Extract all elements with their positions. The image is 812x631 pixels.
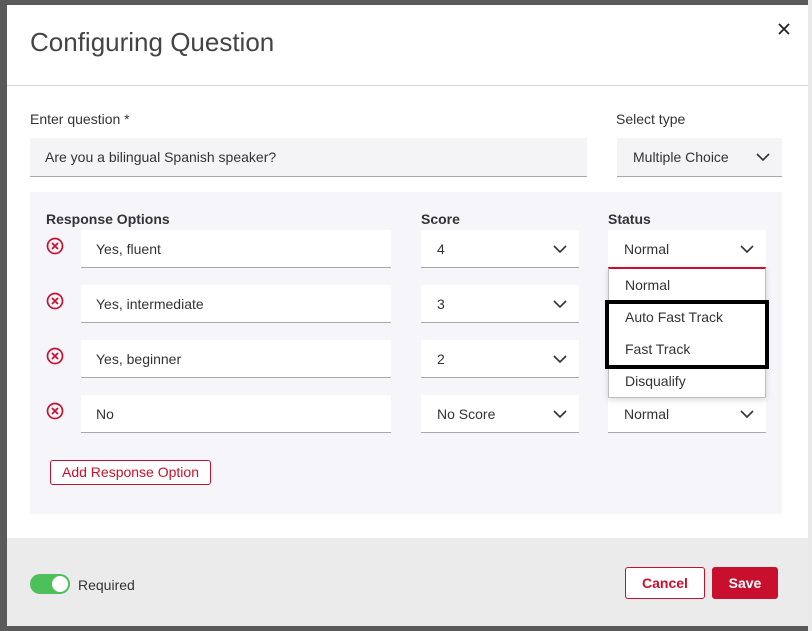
response-option-input[interactable] [81,285,391,323]
status-value: Normal [624,405,670,422]
save-button[interactable]: Save [712,567,778,599]
remove-option-button[interactable] [46,237,64,255]
question-input[interactable] [30,138,587,177]
remove-circle-icon [46,347,64,365]
chevron-down-icon [740,245,754,253]
add-response-option-button[interactable]: Add Response Option [50,460,211,485]
chevron-down-icon [553,354,567,363]
status-option-normal[interactable]: Normal [609,269,765,301]
chevron-down-icon [553,409,567,418]
remove-circle-icon [46,402,64,420]
modal-title: Configuring Question [30,27,275,57]
close-button[interactable] [774,19,794,39]
chevron-down-icon [756,153,770,161]
status-option-fast-track[interactable]: Fast Track [609,333,765,365]
response-option-input[interactable] [81,230,391,268]
remove-circle-icon [46,237,64,255]
status-value: Normal [624,241,670,257]
chevron-down-icon [740,409,754,418]
response-option-input[interactable] [81,395,391,433]
remove-option-button[interactable] [46,347,64,365]
status-select[interactable]: Normal [608,395,766,433]
backdrop [808,0,812,631]
status-option-auto-fast-track[interactable]: Auto Fast Track [609,301,765,333]
chevron-down-icon [553,244,567,253]
score-select[interactable]: 2 [421,340,579,378]
status-header: Status [608,211,651,227]
type-label: Select type [616,111,686,127]
score-value: 4 [437,240,445,257]
type-select-value: Multiple Choice [633,149,729,165]
cancel-button[interactable]: Cancel [625,567,705,599]
response-options-header: Response Options [46,211,170,227]
score-header: Score [421,211,460,227]
score-select[interactable]: 4 [421,230,579,268]
required-label: Required [78,577,135,593]
toggle-knob [52,576,68,592]
response-option-input[interactable] [81,340,391,378]
score-select[interactable]: 3 [421,285,579,323]
score-value: 3 [437,295,445,312]
remove-option-button[interactable] [46,402,64,420]
status-select[interactable]: Normal [608,230,766,268]
status-dropdown-menu: Normal Auto Fast Track Fast Track Disqua… [608,267,766,398]
score-value: No Score [437,405,496,422]
required-toggle[interactable] [30,574,70,594]
remove-circle-icon [46,292,64,310]
remove-option-button[interactable] [46,292,64,310]
score-value: 2 [437,350,445,367]
question-label: Enter question * [30,111,130,127]
modal-footer: Required Cancel Save [7,538,808,626]
chevron-down-icon [553,299,567,308]
configuring-question-modal: Configuring Question Enter question * Se… [7,5,808,626]
modal-header: Configuring Question [7,5,808,86]
score-select[interactable]: No Score [421,395,579,433]
status-option-disqualify[interactable]: Disqualify [609,365,765,397]
close-icon [778,23,790,35]
type-select[interactable]: Multiple Choice [617,138,782,177]
